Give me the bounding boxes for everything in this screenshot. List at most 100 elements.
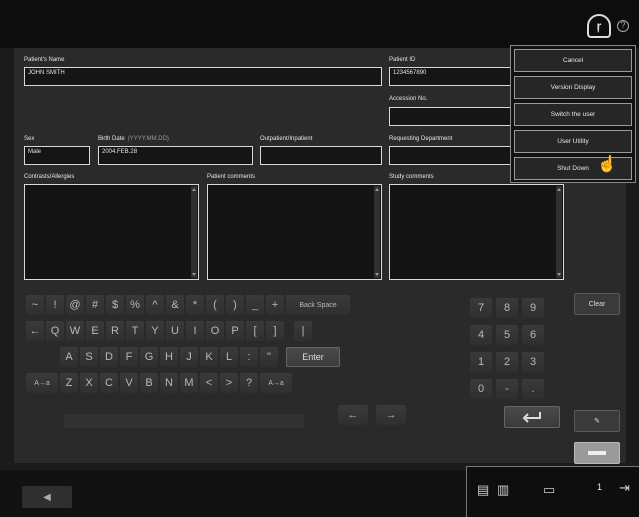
numpad-enter-key[interactable] (504, 406, 560, 428)
help-icon[interactable]: ? (617, 20, 629, 32)
key[interactable]: O (206, 321, 224, 341)
edit-icon: ✎ (594, 418, 600, 425)
accession-field[interactable] (389, 107, 515, 126)
key[interactable]: W (66, 321, 84, 341)
menu-item-version-display[interactable]: Version Display (514, 76, 632, 99)
birth-date-field[interactable]: 2004.FEB.28 (98, 146, 253, 165)
key[interactable]: N (160, 373, 178, 393)
key[interactable]: & (166, 295, 184, 315)
edit-button[interactable]: ✎ (574, 410, 620, 432)
key[interactable]: ~ (26, 295, 44, 315)
sex-field[interactable]: Male (24, 146, 90, 165)
numpad-key[interactable]: 2 (496, 352, 518, 372)
menu-item-user-utility[interactable]: User Utility (514, 130, 632, 153)
key[interactable]: ^ (146, 295, 164, 315)
keyboard-row-1: ~ ! @ # $ % ^ & * ( ) _ + Back Space (26, 292, 352, 318)
key[interactable]: > (220, 373, 238, 393)
backspace-key[interactable]: Back Space (286, 295, 350, 315)
shift-key[interactable]: A→a (26, 373, 58, 393)
key[interactable]: V (120, 373, 138, 393)
key[interactable]: L (220, 347, 238, 367)
key[interactable]: M (180, 373, 198, 393)
space-key[interactable] (64, 414, 304, 428)
numpad-key[interactable]: 3 (522, 352, 544, 372)
patient-id-field[interactable]: 1234567890 (389, 67, 515, 86)
scrollbar[interactable] (191, 186, 197, 278)
tab-key[interactable]: ← (26, 321, 44, 341)
key[interactable]: ( (206, 295, 224, 315)
key[interactable]: _ (246, 295, 264, 315)
patient-registration-icon[interactable]: ŗ (587, 14, 611, 38)
birth-date-format: (YYYY.MM.DD) (127, 136, 169, 142)
contrast-textarea[interactable] (24, 184, 199, 280)
key[interactable]: E (86, 321, 104, 341)
patient-comments-textarea[interactable] (207, 184, 382, 280)
key[interactable]: A (60, 347, 78, 367)
shift-key[interactable]: A→a (260, 373, 292, 393)
confirm-button[interactable] (574, 442, 620, 464)
key[interactable]: R (106, 321, 124, 341)
numpad-key[interactable]: 1 (470, 352, 492, 372)
scrollbar[interactable] (374, 186, 380, 278)
key[interactable]: K (200, 347, 218, 367)
key[interactable]: D (100, 347, 118, 367)
hand-pointer-icon: ☝ (597, 156, 617, 173)
key[interactable]: I (186, 321, 204, 341)
key[interactable]: * (186, 295, 204, 315)
key[interactable]: B (140, 373, 158, 393)
study-comments-textarea[interactable] (389, 184, 564, 280)
key[interactable]: + (266, 295, 284, 315)
key[interactable]: # (86, 295, 104, 315)
numpad-key[interactable]: 5 (496, 325, 518, 345)
key[interactable]: [ (246, 321, 264, 341)
key[interactable]: Z (60, 373, 78, 393)
key[interactable]: S (80, 347, 98, 367)
scrollbar[interactable] (556, 186, 562, 278)
numpad-key[interactable]: 0 (470, 379, 492, 399)
back-button[interactable]: ◀ (22, 486, 72, 508)
menu-item-cancel[interactable]: Cancel (514, 49, 632, 72)
key[interactable]: T (126, 321, 144, 341)
key[interactable]: ? (240, 373, 258, 393)
key[interactable]: $ (106, 295, 124, 315)
key[interactable]: U (166, 321, 184, 341)
arrow-right-key[interactable]: → (376, 405, 406, 425)
key[interactable]: @ (66, 295, 84, 315)
key[interactable]: ) (226, 295, 244, 315)
key[interactable]: | (294, 321, 312, 341)
clear-button[interactable]: Clear (574, 293, 620, 315)
key[interactable]: F (120, 347, 138, 367)
key[interactable]: J (180, 347, 198, 367)
key[interactable]: " (260, 347, 278, 367)
key[interactable]: G (140, 347, 158, 367)
key[interactable]: ! (46, 295, 64, 315)
logout-icon[interactable]: ⇥ (619, 480, 630, 496)
key[interactable]: ] (266, 321, 284, 341)
numpad-key[interactable]: 6 (522, 325, 544, 345)
key[interactable]: X (80, 373, 98, 393)
numpad-key[interactable]: 8 (496, 298, 518, 318)
document-icon[interactable]: ▥ (497, 482, 509, 498)
key[interactable]: % (126, 295, 144, 315)
numpad-key[interactable]: . (522, 379, 544, 399)
key[interactable]: Y (146, 321, 164, 341)
monitor-icon[interactable]: ▭ (543, 482, 555, 498)
key[interactable]: C (100, 373, 118, 393)
chart-icon[interactable]: ▤ (477, 482, 489, 498)
key[interactable]: Q (46, 321, 64, 341)
numpad-key[interactable]: 9 (522, 298, 544, 318)
top-header: ŗ ? (0, 0, 639, 48)
numpad-key[interactable]: - (496, 379, 518, 399)
department-field[interactable] (389, 146, 515, 165)
key[interactable]: H (160, 347, 178, 367)
enter-key[interactable]: Enter (286, 347, 340, 367)
patient-name-field[interactable]: JOHN SMITH (24, 67, 382, 86)
numpad-key[interactable]: 4 (470, 325, 492, 345)
key[interactable]: P (226, 321, 244, 341)
outpatient-field[interactable] (260, 146, 382, 165)
key[interactable]: : (240, 347, 258, 367)
arrow-left-key[interactable]: ← (338, 405, 368, 425)
numpad-key[interactable]: 7 (470, 298, 492, 318)
key[interactable]: < (200, 373, 218, 393)
menu-item-switch-user[interactable]: Switch the user (514, 103, 632, 126)
